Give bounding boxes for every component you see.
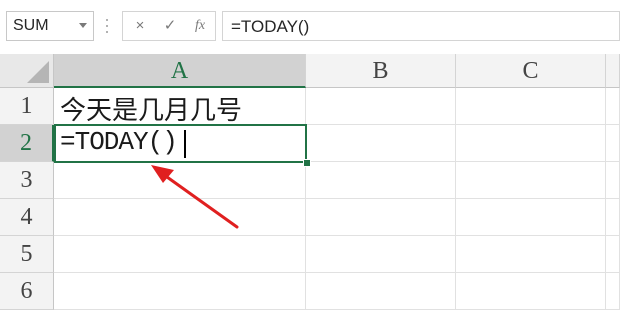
cell-a2[interactable]: =TODAY() [54, 124, 307, 163]
cell-c2[interactable] [456, 125, 606, 162]
cell-b6[interactable] [306, 273, 456, 310]
cell-a3[interactable] [54, 162, 306, 199]
select-all-button[interactable] [0, 54, 54, 88]
row-header-5[interactable]: 5 [0, 236, 54, 273]
cell-a5[interactable] [54, 236, 306, 273]
cell-d2[interactable] [606, 125, 620, 162]
column-header-d[interactable] [606, 54, 620, 88]
row-header-4[interactable]: 4 [0, 199, 54, 236]
cell-b1[interactable] [306, 88, 456, 125]
cell-b4[interactable] [306, 199, 456, 236]
cell-a6[interactable] [54, 273, 306, 310]
insert-function-icon[interactable]: fx [185, 12, 215, 40]
row-header-1[interactable]: 1 [0, 88, 54, 125]
cell-d5[interactable] [606, 236, 620, 273]
cancel-icon[interactable]: × [125, 12, 155, 40]
column-header-a[interactable]: A [54, 54, 306, 88]
name-box[interactable]: SUM [6, 11, 94, 41]
cell-d1[interactable] [606, 88, 620, 125]
cell-a1[interactable]: 今天是几月几号 [54, 88, 306, 126]
cell-a1-text: 今天是几月几号 [60, 96, 243, 126]
select-all-icon [27, 61, 49, 83]
row-header-6[interactable]: 6 [0, 273, 54, 310]
formula-text: =TODAY() [231, 17, 310, 36]
cell-c1[interactable] [456, 88, 606, 125]
cell-a2-text: =TODAY() [60, 127, 178, 157]
formula-buttons: × ✓ fx [122, 11, 216, 41]
cell-b3[interactable] [306, 162, 456, 199]
spreadsheet-grid: A B C 1 2 3 4 5 6 今天是几月几号 =TODAY() [0, 54, 620, 310]
cell-d3[interactable] [606, 162, 620, 199]
row-header-3[interactable]: 3 [0, 162, 54, 199]
cell-c3[interactable] [456, 162, 606, 199]
formula-bar: SUM × ✓ fx =TODAY() [0, 0, 620, 54]
cell-b5[interactable] [306, 236, 456, 273]
cell-c6[interactable] [456, 273, 606, 310]
text-cursor [184, 130, 186, 158]
column-header-c[interactable]: C [456, 54, 606, 88]
drag-handle-icon[interactable] [104, 16, 110, 36]
chevron-down-icon[interactable] [79, 23, 87, 28]
cell-b2[interactable] [306, 125, 456, 162]
cell-d4[interactable] [606, 199, 620, 236]
formula-input[interactable]: =TODAY() [222, 11, 620, 41]
cell-c5[interactable] [456, 236, 606, 273]
row-header-2[interactable]: 2 [0, 125, 54, 162]
name-box-value: SUM [13, 17, 49, 34]
column-header-b[interactable]: B [306, 54, 456, 88]
cell-c4[interactable] [456, 199, 606, 236]
fill-handle[interactable] [303, 159, 311, 167]
cell-d6[interactable] [606, 273, 620, 310]
enter-icon[interactable]: ✓ [155, 12, 185, 40]
cell-a4[interactable] [54, 199, 306, 236]
